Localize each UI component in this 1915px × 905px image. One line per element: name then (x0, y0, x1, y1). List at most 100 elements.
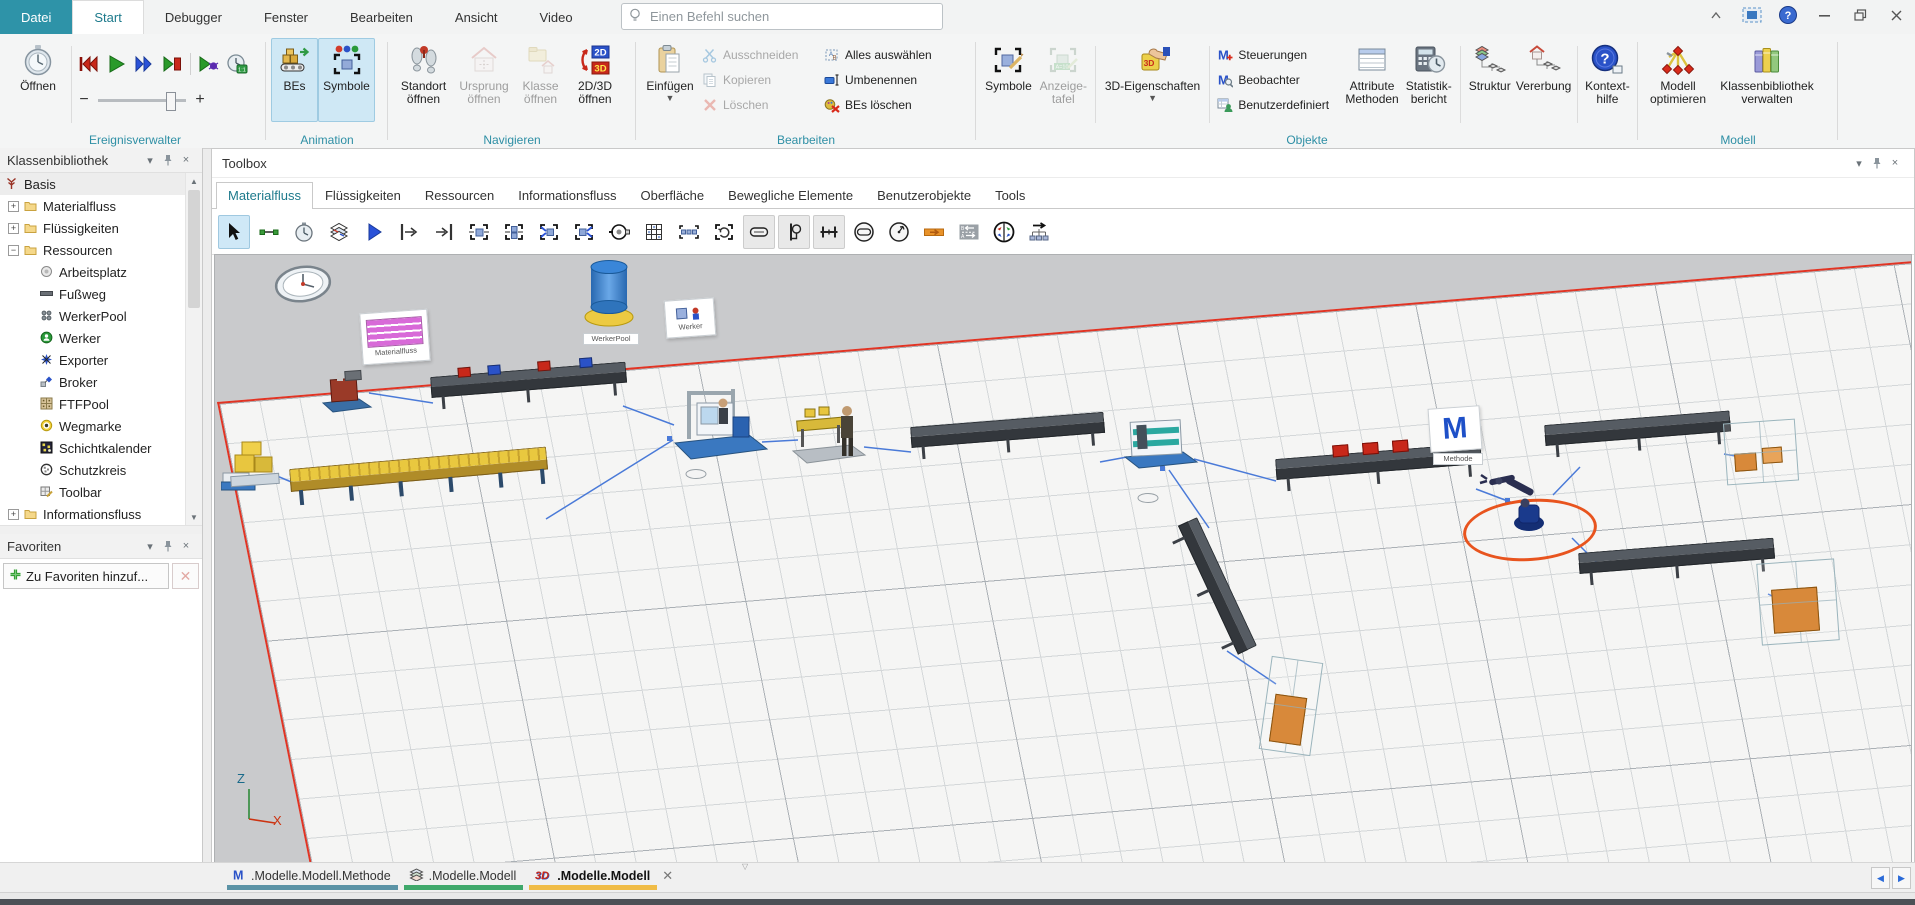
expand-icon[interactable]: + (8, 509, 19, 520)
menu-tab-video[interactable]: Video (519, 0, 594, 34)
tree-item-basis[interactable]: Basis (0, 173, 202, 195)
chevron-down-icon[interactable]: ▾ (141, 152, 159, 168)
tree-scrollbar[interactable]: ▲ ▼ (185, 173, 202, 525)
source-tool-icon[interactable] (393, 215, 425, 249)
fast-forward-button[interactable] (132, 52, 156, 76)
menu-tab-start[interactable]: Start (72, 0, 143, 34)
crossing-tool-icon[interactable] (813, 215, 845, 249)
scene-event-controller[interactable] (273, 261, 335, 310)
manage-class-library-button[interactable]: Klassenbibliothek verwalten (1713, 38, 1821, 122)
3d-viewport[interactable]: Materialfluss WerkerPool Werker (214, 254, 1912, 890)
pointer-tool-icon[interactable] (218, 215, 250, 249)
scene-machine-red[interactable] (319, 367, 375, 417)
tree-item-exporter[interactable]: Exporter (0, 349, 202, 371)
scene-werker-sign[interactable]: Werker (664, 297, 717, 338)
eventcontroller-open-button[interactable]: Öffnen (9, 38, 67, 122)
connector-tool-icon[interactable] (253, 215, 285, 249)
sorter-tool-icon[interactable] (708, 215, 740, 249)
close-icon[interactable]: × (177, 538, 195, 554)
parallel-station-tool-icon[interactable] (498, 215, 530, 249)
store-tool-icon[interactable] (638, 215, 670, 249)
menu-tab-bearbeiten[interactable]: Bearbeiten (329, 0, 434, 34)
expand-icon[interactable]: + (8, 223, 19, 234)
scene-crate-2[interactable] (1756, 558, 1840, 645)
expand-icon[interactable]: + (8, 201, 19, 212)
scene-materialfluss-sign[interactable]: Materialfluss (359, 309, 430, 366)
slider-thumb[interactable] (166, 92, 176, 111)
scroll-tabs-right-icon[interactable]: ▶ (1892, 867, 1911, 889)
context-help-button[interactable]: ? Kontext-hilfe (1582, 38, 1633, 122)
3d-properties-button[interactable]: 3D 3D-Eigenschaften ▼ (1100, 38, 1206, 122)
panel-splitter[interactable] (0, 525, 202, 534)
doc-tab-frame-2d[interactable]: .Modelle.Modell (401, 863, 527, 893)
chevron-down-icon[interactable]: ▾ (1850, 155, 1868, 171)
paste-button[interactable]: Einfügen ▼ (641, 38, 699, 122)
turntable-tool-icon[interactable] (883, 215, 915, 249)
dismantle-station-tool-icon[interactable] (568, 215, 600, 249)
full-screen-icon[interactable] (1737, 3, 1767, 27)
toolbox-tab-bewegliche-elemente[interactable]: Bewegliche Elemente (716, 182, 865, 208)
animate-bes-toggle[interactable]: BEs (271, 38, 318, 122)
splitter-handle-icon[interactable]: ▽ (742, 862, 748, 871)
tree-item-ftfpool[interactable]: FTFPool (0, 393, 202, 415)
buffer-tool-icon[interactable] (673, 215, 705, 249)
toolbox-tab-informationsfluss[interactable]: Informationsfluss (506, 182, 628, 208)
structure-button[interactable]: Struktur (1465, 38, 1514, 122)
two-lane-track-tool-icon[interactable]: BA (953, 215, 985, 249)
remove-favorite-button[interactable]: ✕ (172, 563, 199, 589)
toolbox-tab-oberflaeche[interactable]: Oberfläche (628, 182, 716, 208)
reset-button[interactable] (76, 52, 100, 76)
inheritance-button[interactable]: Vererbung (1514, 38, 1573, 122)
delete-button[interactable]: Löschen (699, 94, 821, 116)
station-tool-icon[interactable] (463, 215, 495, 249)
slider-plus[interactable]: + (194, 91, 206, 109)
event-controller-tool-icon[interactable] (288, 215, 320, 249)
tree-item-broker[interactable]: Broker (0, 371, 202, 393)
tree-item-ressourcen[interactable]: −Ressourcen (0, 239, 202, 261)
tree-item-arbeitsplatz[interactable]: Arbeitsplatz (0, 261, 202, 283)
slider-track[interactable] (98, 99, 186, 102)
tree-item-informationsfluss[interactable]: +Informationsfluss (0, 503, 202, 525)
close-button[interactable] (1881, 3, 1911, 27)
cut-button[interactable]: Ausschneiden (699, 44, 821, 66)
play-to-stop-button[interactable] (160, 52, 184, 76)
angular-converter-tool-icon[interactable] (778, 215, 810, 249)
symbols-edit-button[interactable]: Symbole (981, 38, 1036, 122)
tree-item-werkerpool[interactable]: WerkerPool (0, 305, 202, 327)
toolbox-tab-tools[interactable]: Tools (983, 182, 1037, 208)
doc-tab-frame-3d[interactable]: 3D3D .Modelle.Modell (526, 863, 660, 893)
realtime-button[interactable]: 1:1 (225, 52, 249, 76)
copy-button[interactable]: Kopieren (699, 69, 821, 91)
scene-pallet-stack[interactable] (221, 433, 285, 497)
tree-item-schichtkalender[interactable]: Schichtkalender (0, 437, 202, 459)
search-input[interactable] (648, 8, 935, 25)
scroll-tabs-left-icon[interactable]: ◀ (1871, 867, 1890, 889)
toolbox-tab-fluessigkeiten[interactable]: Flüssigkeiten (313, 182, 413, 208)
play-button[interactable] (104, 52, 128, 76)
animate-symbols-toggle[interactable]: Symbole (318, 38, 375, 122)
rename-button[interactable]: Umbenennen (821, 69, 953, 91)
pin-icon[interactable] (159, 152, 177, 168)
attributes-methods-button[interactable]: Attribute Methoden (1343, 38, 1402, 122)
pin-icon[interactable] (159, 538, 177, 554)
trigger-tool-icon[interactable] (358, 215, 390, 249)
tree-item-fussweg[interactable]: Fußweg (0, 283, 202, 305)
slider-minus[interactable]: − (78, 91, 90, 109)
statistics-report-button[interactable]: Statistik-bericht (1401, 38, 1456, 122)
toolbox-tab-ressourcen[interactable]: Ressourcen (413, 182, 506, 208)
pin-icon[interactable] (1868, 155, 1886, 171)
command-search-box[interactable] (621, 3, 943, 30)
close-icon[interactable]: × (177, 152, 195, 168)
scene-machine-1[interactable] (667, 385, 771, 473)
menu-tab-debugger[interactable]: Debugger (144, 0, 243, 34)
track-tool-icon[interactable] (918, 215, 950, 249)
open-location-button[interactable]: Standort öffnen (393, 38, 454, 122)
collapse-icon[interactable]: − (8, 245, 19, 256)
dock-tool-icon[interactable] (603, 215, 635, 249)
minimize-button[interactable] (1809, 3, 1839, 27)
collapse-ribbon-icon[interactable] (1701, 3, 1731, 27)
toolbox-tab-materialfluss[interactable]: Materialfluss (216, 182, 313, 209)
close-document-icon[interactable]: ✕ (660, 863, 681, 893)
delete-mus-button[interactable]: BEs löschen (821, 94, 953, 116)
tree-item-schutzkreis[interactable]: Schutzkreis (0, 459, 202, 481)
